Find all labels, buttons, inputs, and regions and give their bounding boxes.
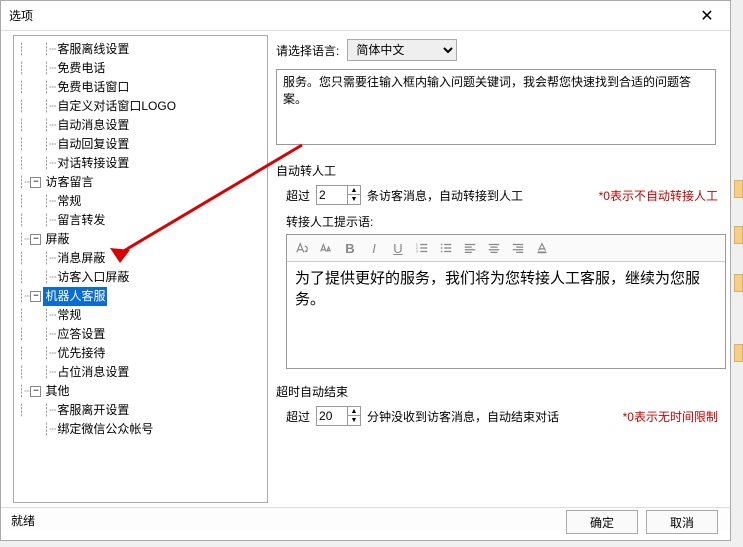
tree-item-message-block[interactable]: ┊ ┊┄消息屏蔽	[14, 249, 267, 268]
tree-item-entry-block[interactable]: ┊ ┊┄访客入口屏蔽	[14, 268, 267, 287]
svg-text:3: 3	[416, 249, 418, 253]
tree-item-answer-setting[interactable]: ┊ ┊┄应答设置	[14, 325, 267, 344]
prompt-editor: B I U 123 为了提供更好的服务，我们将为您转接人工客服，继续为您服务。	[286, 234, 726, 369]
tree-item-placeholder-msg[interactable]: ┊ ┊┄占位消息设置	[14, 363, 267, 382]
prompt-label: 转接人工提示语:	[276, 213, 718, 230]
tree-group-block[interactable]: ┊┄−屏蔽	[14, 230, 267, 249]
tree-item-transfer[interactable]: ┊ ┊┄对话转接设置	[14, 154, 267, 173]
cancel-button[interactable]: 取消	[646, 510, 718, 534]
align-left-icon[interactable]	[459, 237, 481, 259]
editor-toolbar: B I U 123	[287, 235, 725, 262]
underline-icon[interactable]: U	[387, 237, 409, 259]
tree-item-agent-leave[interactable]: ┊ ┊┄客服离开设置	[14, 401, 267, 420]
tree-group-visitor-message[interactable]: ┊┄−访客留言	[14, 173, 267, 192]
side-tab[interactable]	[734, 180, 743, 198]
timeout-suffix: 分钟没收到访客消息，自动结束对话	[367, 408, 559, 425]
spin-up-icon[interactable]: ▲	[347, 186, 360, 195]
side-tab[interactable]	[734, 274, 743, 292]
side-tabs	[734, 180, 743, 390]
spin-up-icon[interactable]: ▲	[347, 407, 360, 416]
tree-group-robot[interactable]: ┊┄−机器人客服	[14, 287, 267, 306]
language-select[interactable]: 简体中文	[347, 39, 457, 61]
align-right-icon[interactable]	[507, 237, 529, 259]
side-tab[interactable]	[734, 344, 743, 362]
tree-item-general-2[interactable]: ┊ ┊┄常规	[14, 306, 267, 325]
tree-item-free-call[interactable]: ┊ ┊┄免费电话	[14, 59, 267, 78]
collapse-icon[interactable]: −	[30, 177, 41, 188]
tree-item-free-call-window[interactable]: ┊ ┊┄免费电话窗口	[14, 78, 267, 97]
auto-transfer-count-input[interactable]: ▲▼	[316, 185, 361, 205]
font-family-icon[interactable]	[291, 237, 313, 259]
italic-icon[interactable]: I	[363, 237, 385, 259]
tree-group-other[interactable]: ┊┄−其他	[14, 382, 267, 401]
timeout-prefix: 超过	[286, 408, 310, 425]
auto-transfer-hint: *0表示不自动转接人工	[599, 187, 718, 204]
timeout-title: 超时自动结束	[276, 383, 718, 400]
auto-transfer-title: 自动转人工	[276, 162, 718, 179]
tree-item-bind-wechat[interactable]: ┊┄绑定微信公众帐号	[14, 420, 267, 439]
titlebar: 选项 ✕	[1, 1, 730, 31]
unordered-list-icon[interactable]	[435, 237, 457, 259]
align-center-icon[interactable]	[483, 237, 505, 259]
font-size-icon[interactable]	[315, 237, 337, 259]
main-panel: 请选择语言: 简体中文 自动转人工 超过 ▲▼ 条访客消息，自动转接到人工 *0…	[268, 31, 730, 507]
tree-item-general-1[interactable]: ┊ ┊┄常规	[14, 192, 267, 211]
tree-item-offline-setting[interactable]: ┊ ┊┄客服离线设置	[14, 40, 267, 59]
timeout-minutes-input[interactable]: ▲▼	[316, 406, 361, 426]
options-dialog: 选项 ✕ ┊ ┊┄客服离线设置 ┊ ┊┄免费电话 ┊ ┊┄免费电话窗口 ┊ ┊┄…	[0, 0, 731, 541]
prompt-body[interactable]: 为了提供更好的服务，我们将为您转接人工客服，继续为您服务。	[287, 262, 725, 368]
collapse-icon[interactable]: −	[30, 386, 41, 397]
nav-tree[interactable]: ┊ ┊┄客服离线设置 ┊ ┊┄免费电话 ┊ ┊┄免费电话窗口 ┊ ┊┄自定义对话…	[13, 35, 268, 503]
language-label: 请选择语言:	[276, 42, 339, 59]
tree-item-custom-logo[interactable]: ┊ ┊┄自定义对话窗口LOGO	[14, 97, 267, 116]
auto-transfer-suffix: 条访客消息，自动转接到人工	[367, 187, 523, 204]
tree-item-auto-reply[interactable]: ┊ ┊┄自动回复设置	[14, 135, 267, 154]
spin-down-icon[interactable]: ▼	[347, 416, 360, 425]
text-color-icon[interactable]	[531, 237, 553, 259]
collapse-icon[interactable]: −	[30, 234, 41, 245]
tree-item-auto-message[interactable]: ┊ ┊┄自动消息设置	[14, 116, 267, 135]
greeting-textarea[interactable]	[276, 69, 716, 145]
timeout-hint: *0表示无时间限制	[623, 408, 718, 425]
spin-down-icon[interactable]: ▼	[347, 195, 360, 204]
ok-button[interactable]: 确定	[566, 510, 638, 534]
ordered-list-icon[interactable]: 123	[411, 237, 433, 259]
close-icon[interactable]: ✕	[692, 6, 722, 26]
tree-item-message-forward[interactable]: ┊ ┊┄留言转发	[14, 211, 267, 230]
bold-icon[interactable]: B	[339, 237, 361, 259]
tree-item-priority[interactable]: ┊ ┊┄优先接待	[14, 344, 267, 363]
side-tab[interactable]	[734, 226, 743, 244]
window-title: 选项	[9, 7, 692, 24]
auto-transfer-prefix: 超过	[286, 187, 310, 204]
collapse-icon[interactable]: −	[30, 291, 41, 302]
